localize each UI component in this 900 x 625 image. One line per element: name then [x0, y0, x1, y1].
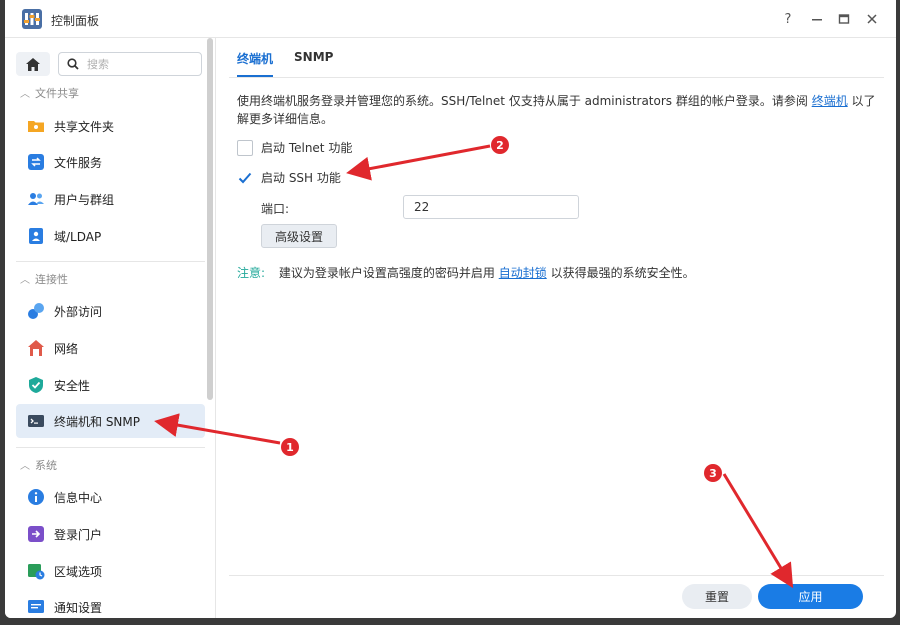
sidebar-item-label: 区域选项: [54, 564, 103, 579]
maximize-button[interactable]: [833, 8, 855, 30]
external-access-icon: [28, 303, 44, 319]
port-label: 端口:: [261, 202, 290, 216]
minimize-button[interactable]: [806, 8, 828, 30]
annotation-badge-2: 2: [491, 136, 509, 154]
annotation-badge-3: 3: [704, 464, 722, 482]
sidebar-item-login-portal[interactable]: 登录门户: [16, 517, 205, 551]
sidebar-divider: [16, 261, 205, 262]
sidebar-item-network[interactable]: 网络: [16, 331, 205, 365]
section-header-connectivity[interactable]: ︿ 连接性: [5, 268, 205, 290]
advanced-settings-button[interactable]: 高级设置: [261, 224, 337, 248]
section-label: 连接性: [35, 273, 68, 286]
regional-options-icon: [28, 564, 45, 580]
terminal-icon: [28, 415, 44, 427]
tab-terminal[interactable]: 终端机: [237, 50, 274, 77]
control-panel-window: 控制面板 ? 搜索 ︿ 文件共享 共享文件夹 文件服务 用户与群组 域/LDAP…: [5, 0, 896, 618]
checkmark-icon: [238, 172, 252, 183]
shield-icon: [29, 377, 43, 393]
sidebar-item-external-access[interactable]: 外部访问: [16, 294, 205, 328]
search-placeholder: 搜索: [87, 58, 109, 71]
terminal-description: 使用终端机服务登录并管理您的系统。SSH/Telnet 仅支持从属于 admin…: [237, 92, 877, 128]
terminal-help-link[interactable]: 终端机: [812, 94, 848, 108]
chevron-up-icon: ︿: [20, 275, 30, 286]
sidebar: 搜索 ︿ 文件共享 共享文件夹 文件服务 用户与群组 域/LDAP ︿ 连接性: [5, 38, 216, 618]
sidebar-item-label: 信息中心: [54, 490, 103, 505]
reset-button[interactable]: 重置: [682, 584, 752, 609]
section-header-system[interactable]: ︿ 系统: [5, 454, 205, 476]
sidebar-item-security[interactable]: 安全性: [16, 368, 205, 402]
sidebar-item-users-groups[interactable]: 用户与群组: [16, 182, 205, 216]
tab-bar: 终端机 SNMP: [237, 50, 354, 77]
main-content: 终端机 SNMP 使用终端机服务登录并管理您的系统。SSH/Telnet 仅支持…: [217, 38, 896, 618]
sidebar-item-domain-ldap[interactable]: 域/LDAP: [16, 219, 205, 253]
sidebar-item-label: 网络: [54, 341, 79, 356]
sidebar-item-notification[interactable]: 通知设置: [16, 590, 205, 618]
sidebar-item-label: 终端机和 SNMP: [54, 414, 140, 429]
network-icon: [28, 340, 44, 356]
minimize-icon: [812, 19, 822, 21]
telnet-checkbox[interactable]: [237, 139, 253, 156]
note-label: 注意:: [237, 266, 266, 280]
chevron-up-icon: ︿: [20, 89, 30, 100]
tab-snmp[interactable]: SNMP: [294, 50, 333, 77]
users-groups-icon: [28, 193, 44, 205]
sidebar-item-label: 共享文件夹: [54, 119, 115, 134]
file-services-icon: [28, 154, 44, 170]
search-icon: [67, 58, 79, 70]
sidebar-item-info-center[interactable]: 信息中心: [16, 480, 205, 514]
close-button[interactable]: [861, 8, 883, 30]
note-text: 建议为登录帐户设置高强度的密码并启用: [278, 266, 495, 280]
title-bar: 控制面板 ?: [5, 0, 896, 38]
section-header-file-sharing[interactable]: ︿ 文件共享: [5, 82, 205, 104]
telnet-option[interactable]: 启动 Telnet 功能: [237, 139, 352, 156]
auto-block-link[interactable]: 自动封锁: [499, 266, 547, 280]
ssh-label: 启动 SSH 功能: [261, 171, 341, 185]
annotation-badge-1: 1: [281, 438, 299, 456]
sidebar-item-label: 外部访问: [54, 304, 103, 319]
close-icon: [867, 14, 877, 24]
domain-ldap-icon: [29, 228, 43, 244]
description-text: 使用终端机服务登录并管理您的系统。SSH/Telnet 仅支持从属于 admin…: [237, 94, 808, 108]
telnet-label: 启动 Telnet 功能: [261, 141, 353, 155]
sidebar-item-label: 文件服务: [54, 155, 103, 170]
help-button[interactable]: ?: [777, 8, 799, 30]
sidebar-item-file-services[interactable]: 文件服务: [16, 145, 205, 179]
sidebar-item-label: 通知设置: [54, 600, 103, 615]
tab-divider: [229, 77, 884, 78]
notification-icon: [28, 600, 44, 613]
sidebar-item-label: 域/LDAP: [54, 229, 102, 244]
security-note: 注意: 建议为登录帐户设置高强度的密码并启用 自动封锁 以获得最强的系统安全性。: [237, 264, 695, 281]
login-portal-icon: [28, 526, 44, 542]
window-title: 控制面板: [51, 14, 100, 28]
info-center-icon: [28, 489, 44, 505]
section-label: 文件共享: [35, 87, 79, 100]
sidebar-item-regional-options[interactable]: 区域选项: [16, 554, 205, 588]
footer-divider: [229, 575, 884, 576]
sidebar-item-label: 登录门户: [54, 527, 103, 542]
section-label: 系统: [35, 459, 57, 472]
search-input[interactable]: 搜索: [58, 52, 202, 76]
home-icon: [26, 57, 40, 71]
chevron-up-icon: ︿: [20, 461, 30, 472]
apply-button[interactable]: 应用: [758, 584, 863, 609]
shared-folder-icon: [28, 121, 44, 132]
sidebar-item-label: 用户与群组: [54, 192, 115, 207]
ssh-option[interactable]: 启动 SSH 功能: [237, 169, 341, 186]
port-input[interactable]: 22: [403, 195, 579, 219]
note-text: 以获得最强的系统安全性。: [550, 266, 695, 280]
sidebar-item-terminal-snmp[interactable]: 终端机和 SNMP: [16, 404, 205, 438]
sidebar-item-shared-folder[interactable]: 共享文件夹: [16, 109, 205, 143]
control-panel-app-icon: [22, 9, 42, 29]
sidebar-item-label: 安全性: [54, 378, 91, 393]
sidebar-divider: [16, 447, 205, 448]
sidebar-scrollbar[interactable]: [207, 38, 213, 400]
maximize-icon: [838, 14, 850, 24]
home-button[interactable]: [16, 52, 50, 76]
ssh-checkbox[interactable]: [237, 169, 253, 186]
